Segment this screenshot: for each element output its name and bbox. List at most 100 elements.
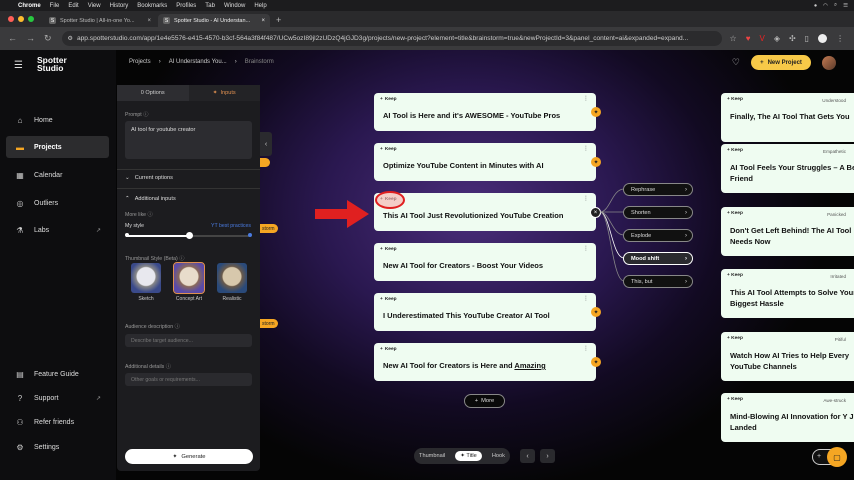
more-options-icon[interactable]: ⋮: [583, 345, 589, 352]
additional-inputs-toggle[interactable]: ⌃ Additional inputs: [125, 196, 176, 202]
generate-button[interactable]: ✦ Generate: [125, 449, 253, 464]
search-icon[interactable]: ⌕: [834, 2, 837, 9]
wifi-icon[interactable]: ◠: [823, 3, 828, 9]
more-options-icon[interactable]: ⋮: [583, 195, 589, 202]
prompt-input[interactable]: AI tool for youtube creator: [125, 121, 252, 159]
title-card[interactable]: + Keep ⋮ I Underestimated This YouTube Cr…: [374, 293, 601, 331]
tab-inputs[interactable]: ✦ Inputs: [188, 85, 260, 101]
info-icon[interactable]: ⓘ: [179, 256, 184, 262]
breadcrumb-projects[interactable]: Projects: [129, 59, 151, 65]
sidebar-item-calendar[interactable]: ▦ Calendar: [6, 164, 109, 186]
sparkle-badge-icon[interactable]: ✦: [591, 107, 601, 117]
mood-card[interactable]: + Keep Understood Finally, The AI Tool T…: [721, 93, 854, 142]
more-options-icon[interactable]: ⋮: [583, 295, 589, 302]
style-slider[interactable]: [125, 232, 252, 239]
keep-button[interactable]: + Keep: [727, 97, 743, 102]
menu-bookmarks[interactable]: Bookmarks: [137, 3, 167, 9]
chat-icon[interactable]: ▢: [827, 447, 847, 467]
mood-card[interactable]: + Keep Panicked Don't Get Left Behind! T…: [721, 207, 854, 256]
tab-title[interactable]: ✦ Title: [455, 451, 482, 461]
option-rephrase[interactable]: Rephrase ›: [623, 183, 693, 196]
collapse-panel-button[interactable]: ‹: [260, 132, 272, 156]
mood-card[interactable]: + Keep Irritated This AI Tool Attempts t…: [721, 269, 854, 318]
info-icon[interactable]: ⓘ: [166, 364, 171, 370]
tab-thumbnail[interactable]: Thumbnail: [419, 453, 445, 459]
reload-icon[interactable]: ↻: [44, 33, 52, 44]
browser-tab-1[interactable]: S Spotter Studio | All-in-one Yo... ×: [44, 14, 156, 27]
mood-card[interactable]: + Keep Empathetic AI Tool Feels Your Str…: [721, 144, 854, 193]
info-icon[interactable]: ⓘ: [143, 112, 148, 118]
avatar[interactable]: [822, 55, 836, 70]
chat-fab[interactable]: + ▢: [812, 447, 847, 467]
vivid-extension-icon[interactable]: V: [759, 34, 764, 43]
title-card-active[interactable]: + Keep ⋮ This AI Tool Just Revolutionized…: [374, 193, 601, 231]
sidebar-item-refer-friends[interactable]: ⚇ Refer friends: [6, 411, 109, 433]
menu-help[interactable]: Help: [254, 3, 266, 9]
slider-knob[interactable]: [185, 232, 193, 239]
sidebar-item-support[interactable]: ? Support ↗: [6, 387, 109, 409]
keep-button[interactable]: + Keep: [727, 273, 743, 278]
menu-file[interactable]: File: [50, 3, 60, 9]
spotter-logo[interactable]: Spotter Studio: [37, 56, 67, 73]
thumbnail-style-sketch[interactable]: Sketch: [131, 263, 161, 302]
keep-button[interactable]: + Keep: [380, 147, 397, 152]
sparkle-badge-icon[interactable]: ✦: [591, 157, 601, 167]
record-icon[interactable]: ●: [814, 3, 817, 9]
profile-icon[interactable]: [818, 34, 828, 43]
heart-icon[interactable]: ♡: [732, 57, 740, 68]
zoom-window-icon[interactable]: [28, 16, 34, 22]
keep-button[interactable]: + Keep: [380, 297, 397, 302]
more-options-icon[interactable]: ⋮: [583, 95, 589, 102]
forward-icon[interactable]: →: [26, 33, 35, 44]
sparkle-badge-icon[interactable]: ✦: [591, 307, 601, 317]
info-icon[interactable]: ⓘ: [148, 212, 153, 218]
menu-tab[interactable]: Tab: [205, 3, 215, 9]
breadcrumb-project[interactable]: AI Understands You...: [169, 59, 227, 65]
new-tab-button[interactable]: +: [276, 15, 281, 25]
title-card[interactable]: + Keep ⋮ New AI Tool for Creators - Boost…: [374, 243, 596, 281]
prev-button[interactable]: ‹: [520, 449, 535, 463]
minimize-window-icon[interactable]: [18, 16, 24, 22]
sidebar-item-labs[interactable]: ⚗ Labs ↗: [6, 219, 109, 241]
menu-view[interactable]: View: [88, 3, 101, 9]
details-input[interactable]: Other goals or requirements...: [125, 373, 252, 386]
keep-button[interactable]: + Keep: [380, 97, 397, 102]
thumbnail-style-realistic[interactable]: Realistic: [217, 263, 247, 302]
keep-button[interactable]: + Keep: [380, 347, 397, 352]
close-window-icon[interactable]: [8, 16, 14, 22]
current-options-toggle[interactable]: ⌄ Current options: [125, 175, 173, 181]
keep-button[interactable]: + Keep: [380, 247, 397, 252]
keep-button[interactable]: + Keep: [727, 397, 743, 402]
menu-history[interactable]: History: [110, 3, 129, 9]
keep-button[interactable]: + Keep: [727, 211, 743, 216]
sidebar-item-settings[interactable]: ⚙ Settings: [6, 436, 109, 458]
mood-card[interactable]: + Keep Pitiful Watch How AI Tries to Hel…: [721, 332, 854, 381]
mood-card[interactable]: + Keep Awe-struck Mind-Blowing AI Innova…: [721, 393, 854, 442]
sidebar-item-feature-guide[interactable]: ▤ Feature Guide: [6, 363, 109, 385]
title-card[interactable]: + Keep ⋮ AI Tool is Here and it's AWESOME…: [374, 93, 601, 131]
thumbnail-style-concept-art[interactable]: Concept Art: [173, 262, 205, 302]
browser-tab-2[interactable]: S Spotter Studio - AI Understan... ×: [158, 14, 270, 27]
extension-icon[interactable]: ♥: [746, 34, 751, 43]
extension-icon[interactable]: ◈: [774, 34, 780, 43]
keep-button[interactable]: + Keep: [727, 336, 743, 341]
close-tab-icon[interactable]: ×: [261, 18, 265, 24]
audience-input[interactable]: Describe target audience...: [125, 334, 252, 347]
sparkle-badge-icon[interactable]: ✦: [591, 357, 601, 367]
keep-button[interactable]: + Keep: [727, 148, 743, 153]
close-tab-icon[interactable]: ×: [147, 18, 151, 24]
title-card[interactable]: + Keep ⋮ New AI Tool for Creators is Here…: [374, 343, 601, 381]
tab-options[interactable]: 0 Options: [117, 85, 189, 101]
address-bar[interactable]: ⚙ app.spotterstudio.com/app/1e4e5576-e41…: [61, 31, 722, 46]
tab-hook[interactable]: Hook: [492, 453, 505, 459]
sidepanel-icon[interactable]: ▯: [805, 34, 809, 43]
new-project-button[interactable]: + New Project: [751, 55, 811, 70]
title-card[interactable]: + Keep ⋮ Optimize YouTube Content in Minu…: [374, 143, 601, 181]
hamburger-menu-icon[interactable]: ☰: [14, 60, 23, 71]
bookmark-star-icon[interactable]: ☆: [730, 34, 737, 43]
more-options-icon[interactable]: ⋮: [583, 245, 589, 252]
sidebar-item-home[interactable]: ⌂ Home: [6, 109, 109, 131]
option-explode[interactable]: Explode ›: [623, 229, 693, 242]
option-shorten[interactable]: Shorten ›: [623, 206, 693, 219]
sidebar-item-projects[interactable]: ▬ Projects: [6, 136, 109, 158]
